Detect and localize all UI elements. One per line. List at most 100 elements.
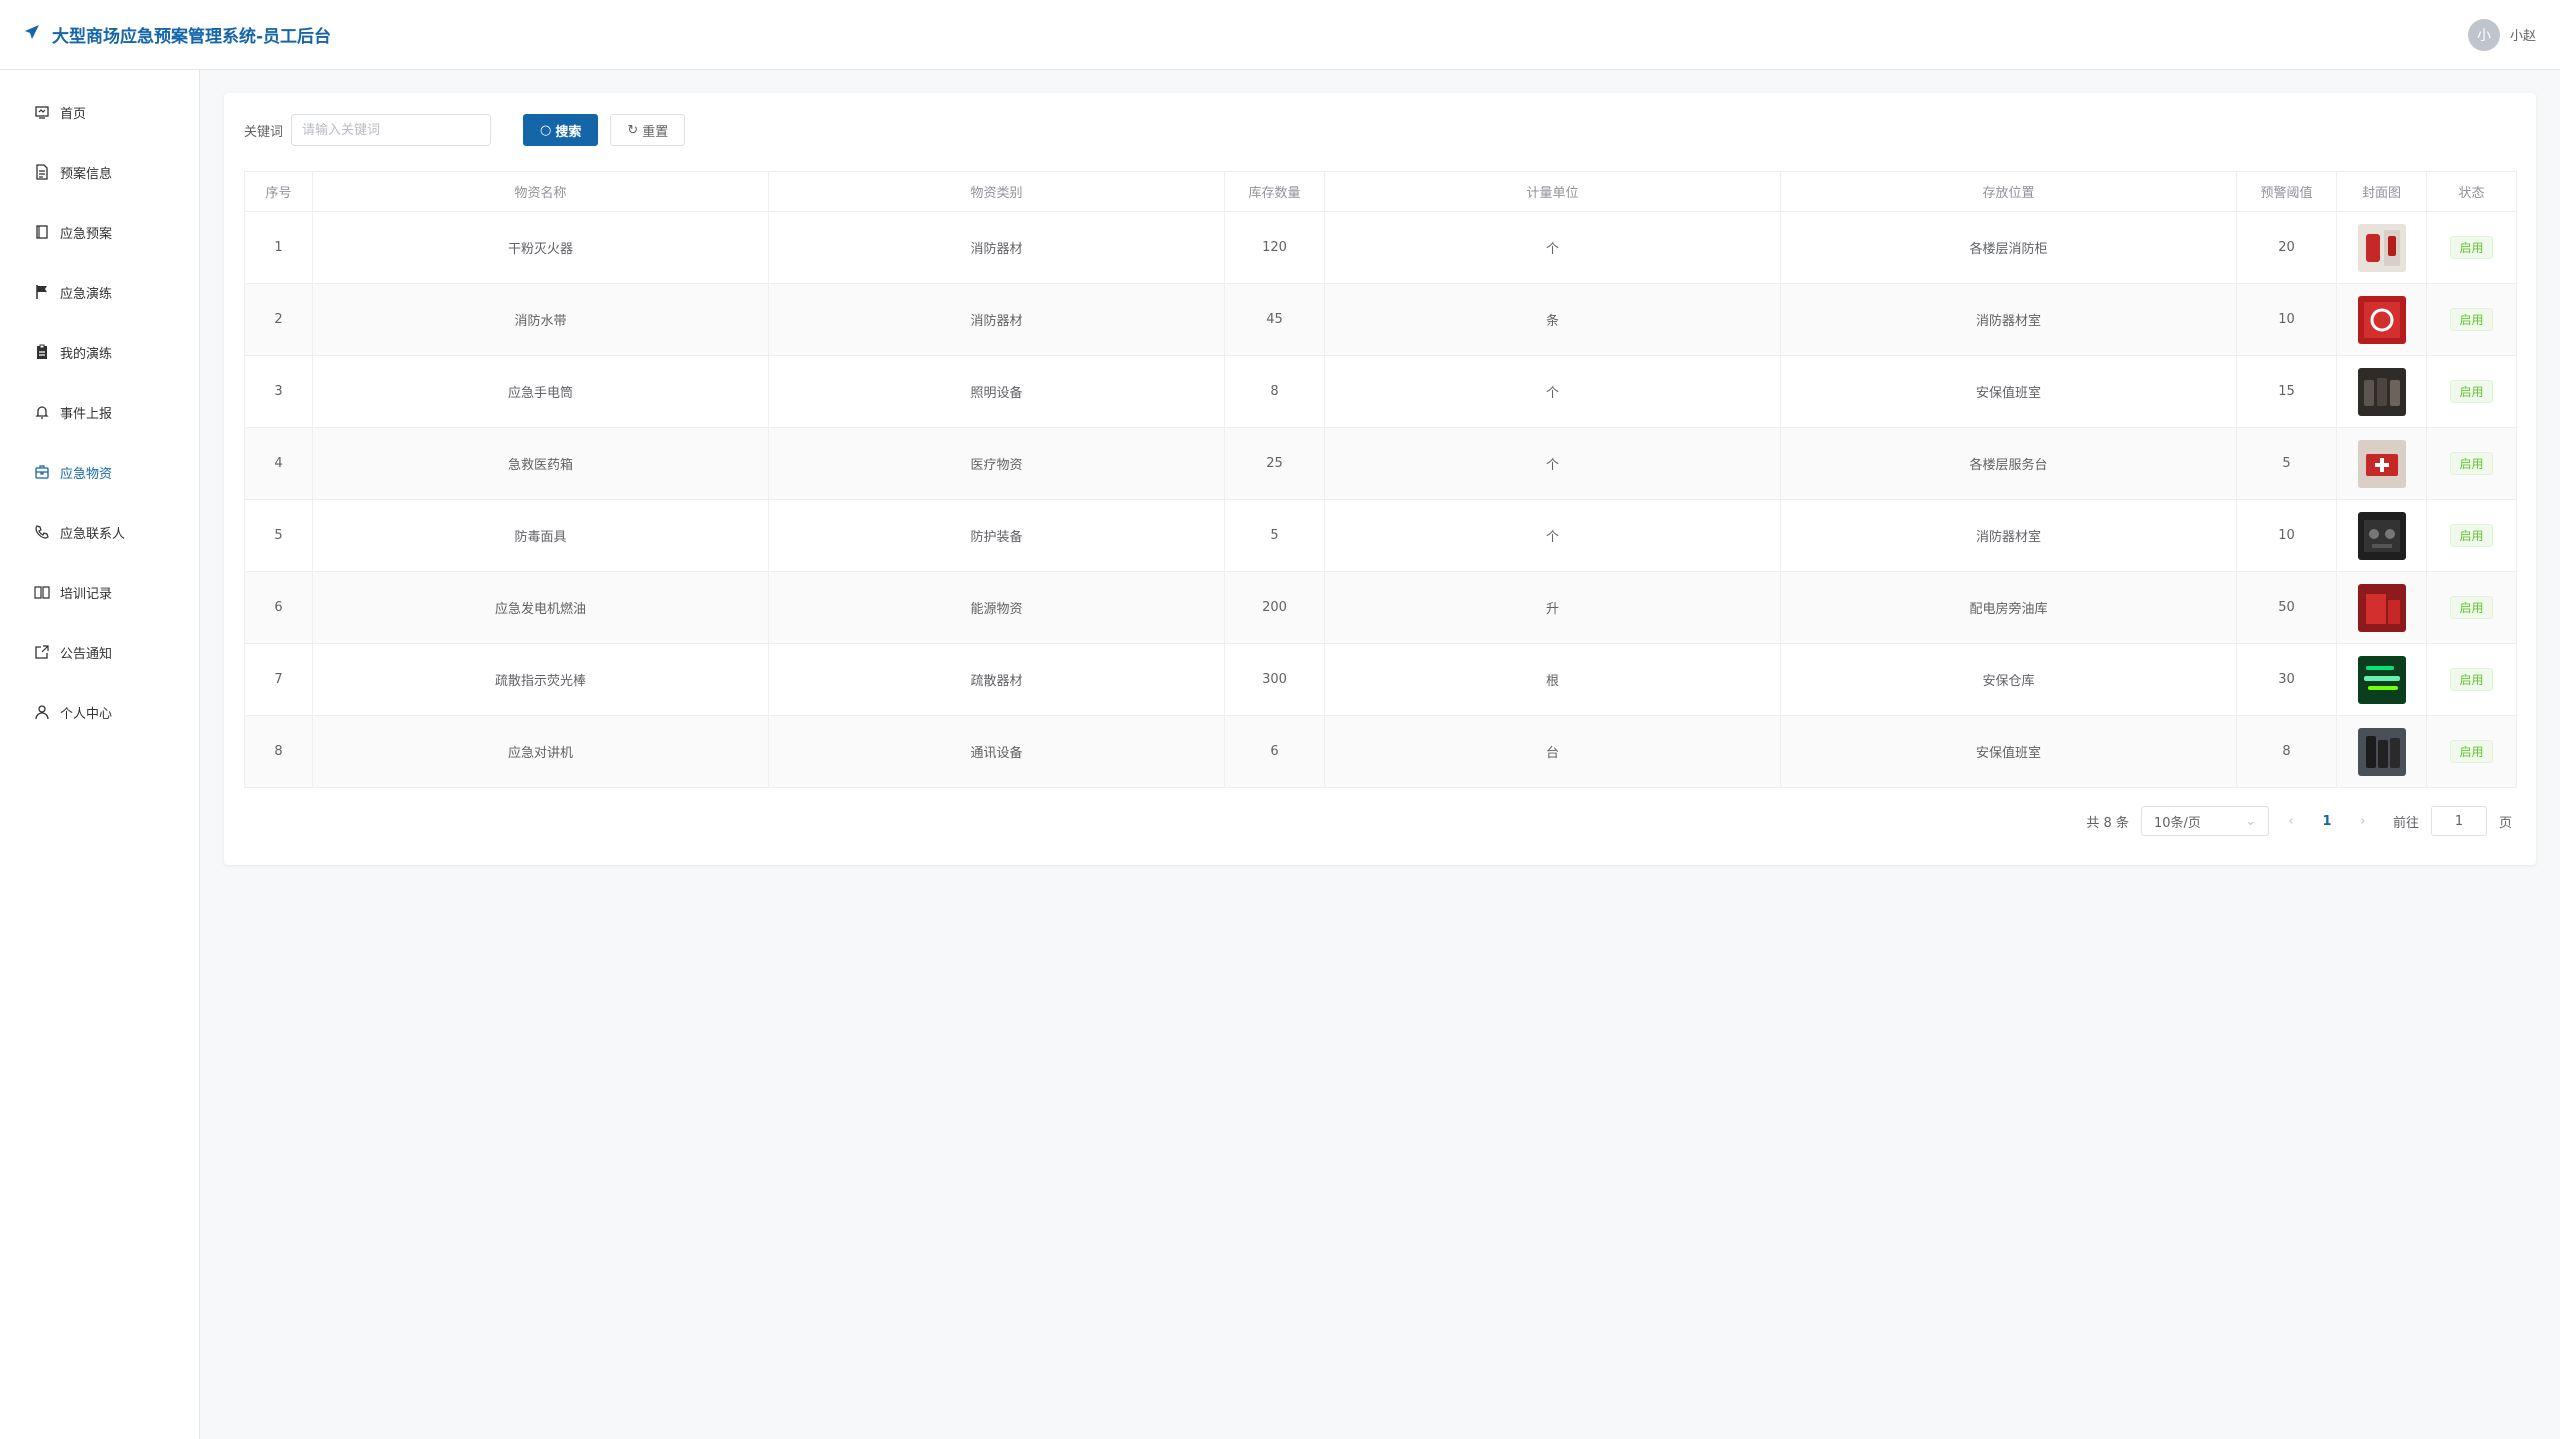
user-menu[interactable]: 小 小赵: [2467, 18, 2536, 51]
cell-cover: [2336, 283, 2427, 356]
column-header[interactable]: 状态: [2426, 171, 2517, 212]
cell-cover: [2336, 427, 2427, 500]
column-header[interactable]: 封面图: [2336, 171, 2427, 212]
sidebar-item-profile[interactable]: 个人中心: [0, 682, 199, 742]
cover-image[interactable]: [2357, 727, 2406, 776]
sidebar-item-incident-report[interactable]: 事件上报: [0, 382, 199, 442]
sidebar-item-my-drill[interactable]: 我的演练: [0, 322, 199, 382]
cell-category: 消防器材: [768, 283, 1225, 356]
cell-unit: 条: [1324, 283, 1781, 356]
cell-name: 疏散指示荧光棒: [312, 643, 769, 716]
cell-name: 消防水带: [312, 283, 769, 356]
cell-name: 防毒面具: [312, 499, 769, 572]
sidebar-item-label: 应急演练: [60, 286, 113, 302]
page-suffix: 页: [2498, 815, 2512, 831]
table-row[interactable]: 2 消防水带 消防器材 45 条消防器材室 10 启用: [244, 283, 2517, 356]
cell-category: 能源物资: [768, 571, 1225, 644]
sidebar-item-contacts[interactable]: 应急联系人: [0, 502, 199, 562]
user-icon: [34, 704, 50, 720]
table-row[interactable]: 3 应急手电筒 照明设备 8 个安保值班室 15 启用: [244, 355, 2517, 428]
cell-location: 消防器材室: [1780, 283, 2237, 356]
brand[interactable]: 大型商场应急预案管理系统-员工后台: [24, 22, 331, 47]
cell-cover: [2336, 571, 2427, 644]
sidebar-item-home[interactable]: 首页: [0, 82, 199, 142]
cell-location: 安保仓库: [1780, 643, 2237, 716]
sidebar-item-drill[interactable]: 应急演练: [0, 262, 199, 322]
cell-status: 启用: [2426, 571, 2517, 644]
cell-status: 启用: [2426, 643, 2517, 716]
supplies-panel: 关键词 ○ 搜索 ↻ 重置 序号 物资名称 物资类别 库存数量 计量单位 存放位…: [224, 93, 2536, 865]
cell-qty: 5: [1224, 499, 1325, 572]
reset-button[interactable]: ↻ 重置: [610, 114, 686, 146]
sidebar-item-label: 应急联系人: [60, 526, 126, 542]
sidebar-item-label: 我的演练: [60, 346, 113, 362]
table-row[interactable]: 8 应急对讲机 通讯设备 6 台安保值班室 8 启用: [244, 715, 2517, 788]
status-badge: 启用: [2450, 308, 2493, 331]
cell-name: 干粉灭火器: [312, 211, 769, 284]
cover-image[interactable]: [2357, 295, 2406, 344]
cell-threshold: 30: [2236, 643, 2337, 716]
cell-category: 通讯设备: [768, 715, 1225, 788]
chevron-down-icon: ⌄: [2245, 813, 2256, 829]
next-page-icon[interactable]: ›: [2353, 814, 2373, 829]
cell-no: 1: [244, 211, 313, 284]
cover-image[interactable]: [2357, 655, 2406, 704]
column-header[interactable]: 存放位置: [1780, 171, 2237, 212]
cell-no: 8: [244, 715, 313, 788]
table-header-row: 序号 物资名称 物资类别 库存数量 计量单位 存放位置 预警阈值 封面图 状态: [244, 171, 2517, 212]
external-icon: [34, 644, 50, 660]
cell-location: 各楼层消防柜: [1780, 211, 2237, 284]
page-number[interactable]: 1: [2313, 814, 2341, 829]
cell-status: 启用: [2426, 355, 2517, 428]
home-icon: [34, 104, 50, 120]
column-header[interactable]: 序号: [244, 171, 313, 212]
document-icon: [34, 164, 50, 180]
top-header: 大型商场应急预案管理系统-员工后台 小 小赵: [0, 0, 2560, 70]
sidebar-item-emergency-plan[interactable]: 应急预案: [0, 202, 199, 262]
status-badge: 启用: [2450, 668, 2493, 691]
avatar[interactable]: 小: [2467, 18, 2500, 51]
column-header[interactable]: 库存数量: [1224, 171, 1325, 212]
page-size-select[interactable]: 10条/页 ⌄: [2140, 806, 2269, 836]
username[interactable]: 小赵: [2510, 25, 2536, 44]
cell-unit: 台: [1324, 715, 1781, 788]
cell-threshold: 8: [2236, 715, 2337, 788]
sidebar-item-training[interactable]: 培训记录: [0, 562, 199, 622]
column-header[interactable]: 物资类别: [768, 171, 1225, 212]
cell-no: 5: [244, 499, 313, 572]
sidebar-item-plan-info[interactable]: 预案信息: [0, 142, 199, 202]
table-row[interactable]: 6 应急发电机燃油 能源物资 200 升配电房旁油库 50 启用: [244, 571, 2517, 644]
column-header[interactable]: 物资名称: [312, 171, 769, 212]
prev-page-icon[interactable]: ‹: [2281, 814, 2301, 829]
cover-image[interactable]: [2357, 367, 2406, 416]
cell-no: 6: [244, 571, 313, 644]
table-row[interactable]: 4 急救医药箱 医疗物资 25 个各楼层服务台 5 启用: [244, 427, 2517, 500]
search-button[interactable]: ○ 搜索: [523, 114, 599, 146]
sidebar-item-label: 个人中心: [60, 706, 113, 722]
cell-threshold: 5: [2236, 427, 2337, 500]
table-row[interactable]: 1 干粉灭火器 消防器材 120 个各楼层消防柜 20 启用: [244, 211, 2517, 284]
cell-status: 启用: [2426, 211, 2517, 284]
cell-threshold: 10: [2236, 283, 2337, 356]
cover-image[interactable]: [2357, 223, 2406, 272]
keyword-input[interactable]: [291, 114, 492, 146]
cell-cover: [2336, 355, 2427, 428]
cell-qty: 45: [1224, 283, 1325, 356]
cover-image[interactable]: [2357, 511, 2406, 560]
column-header[interactable]: 预警阈值: [2236, 171, 2337, 212]
keyword-label: 关键词: [244, 124, 284, 140]
cover-image[interactable]: [2357, 439, 2406, 488]
cell-status: 启用: [2426, 283, 2517, 356]
table-row[interactable]: 7 疏散指示荧光棒 疏散器材 300 根安保仓库 30 启用: [244, 643, 2517, 716]
sidebar-item-supplies[interactable]: 应急物资: [0, 442, 199, 502]
cell-no: 2: [244, 283, 313, 356]
cell-qty: 8: [1224, 355, 1325, 428]
goto-page-input[interactable]: [2430, 806, 2487, 836]
column-header[interactable]: 计量单位: [1324, 171, 1781, 212]
table-row[interactable]: 5 防毒面具 防护装备 5 个消防器材室 10 启用: [244, 499, 2517, 572]
cell-no: 4: [244, 427, 313, 500]
cover-image[interactable]: [2357, 583, 2406, 632]
send-icon: [24, 24, 40, 45]
sidebar-item-notice[interactable]: 公告通知: [0, 622, 199, 682]
sidebar-item-label: 应急物资: [60, 466, 113, 482]
